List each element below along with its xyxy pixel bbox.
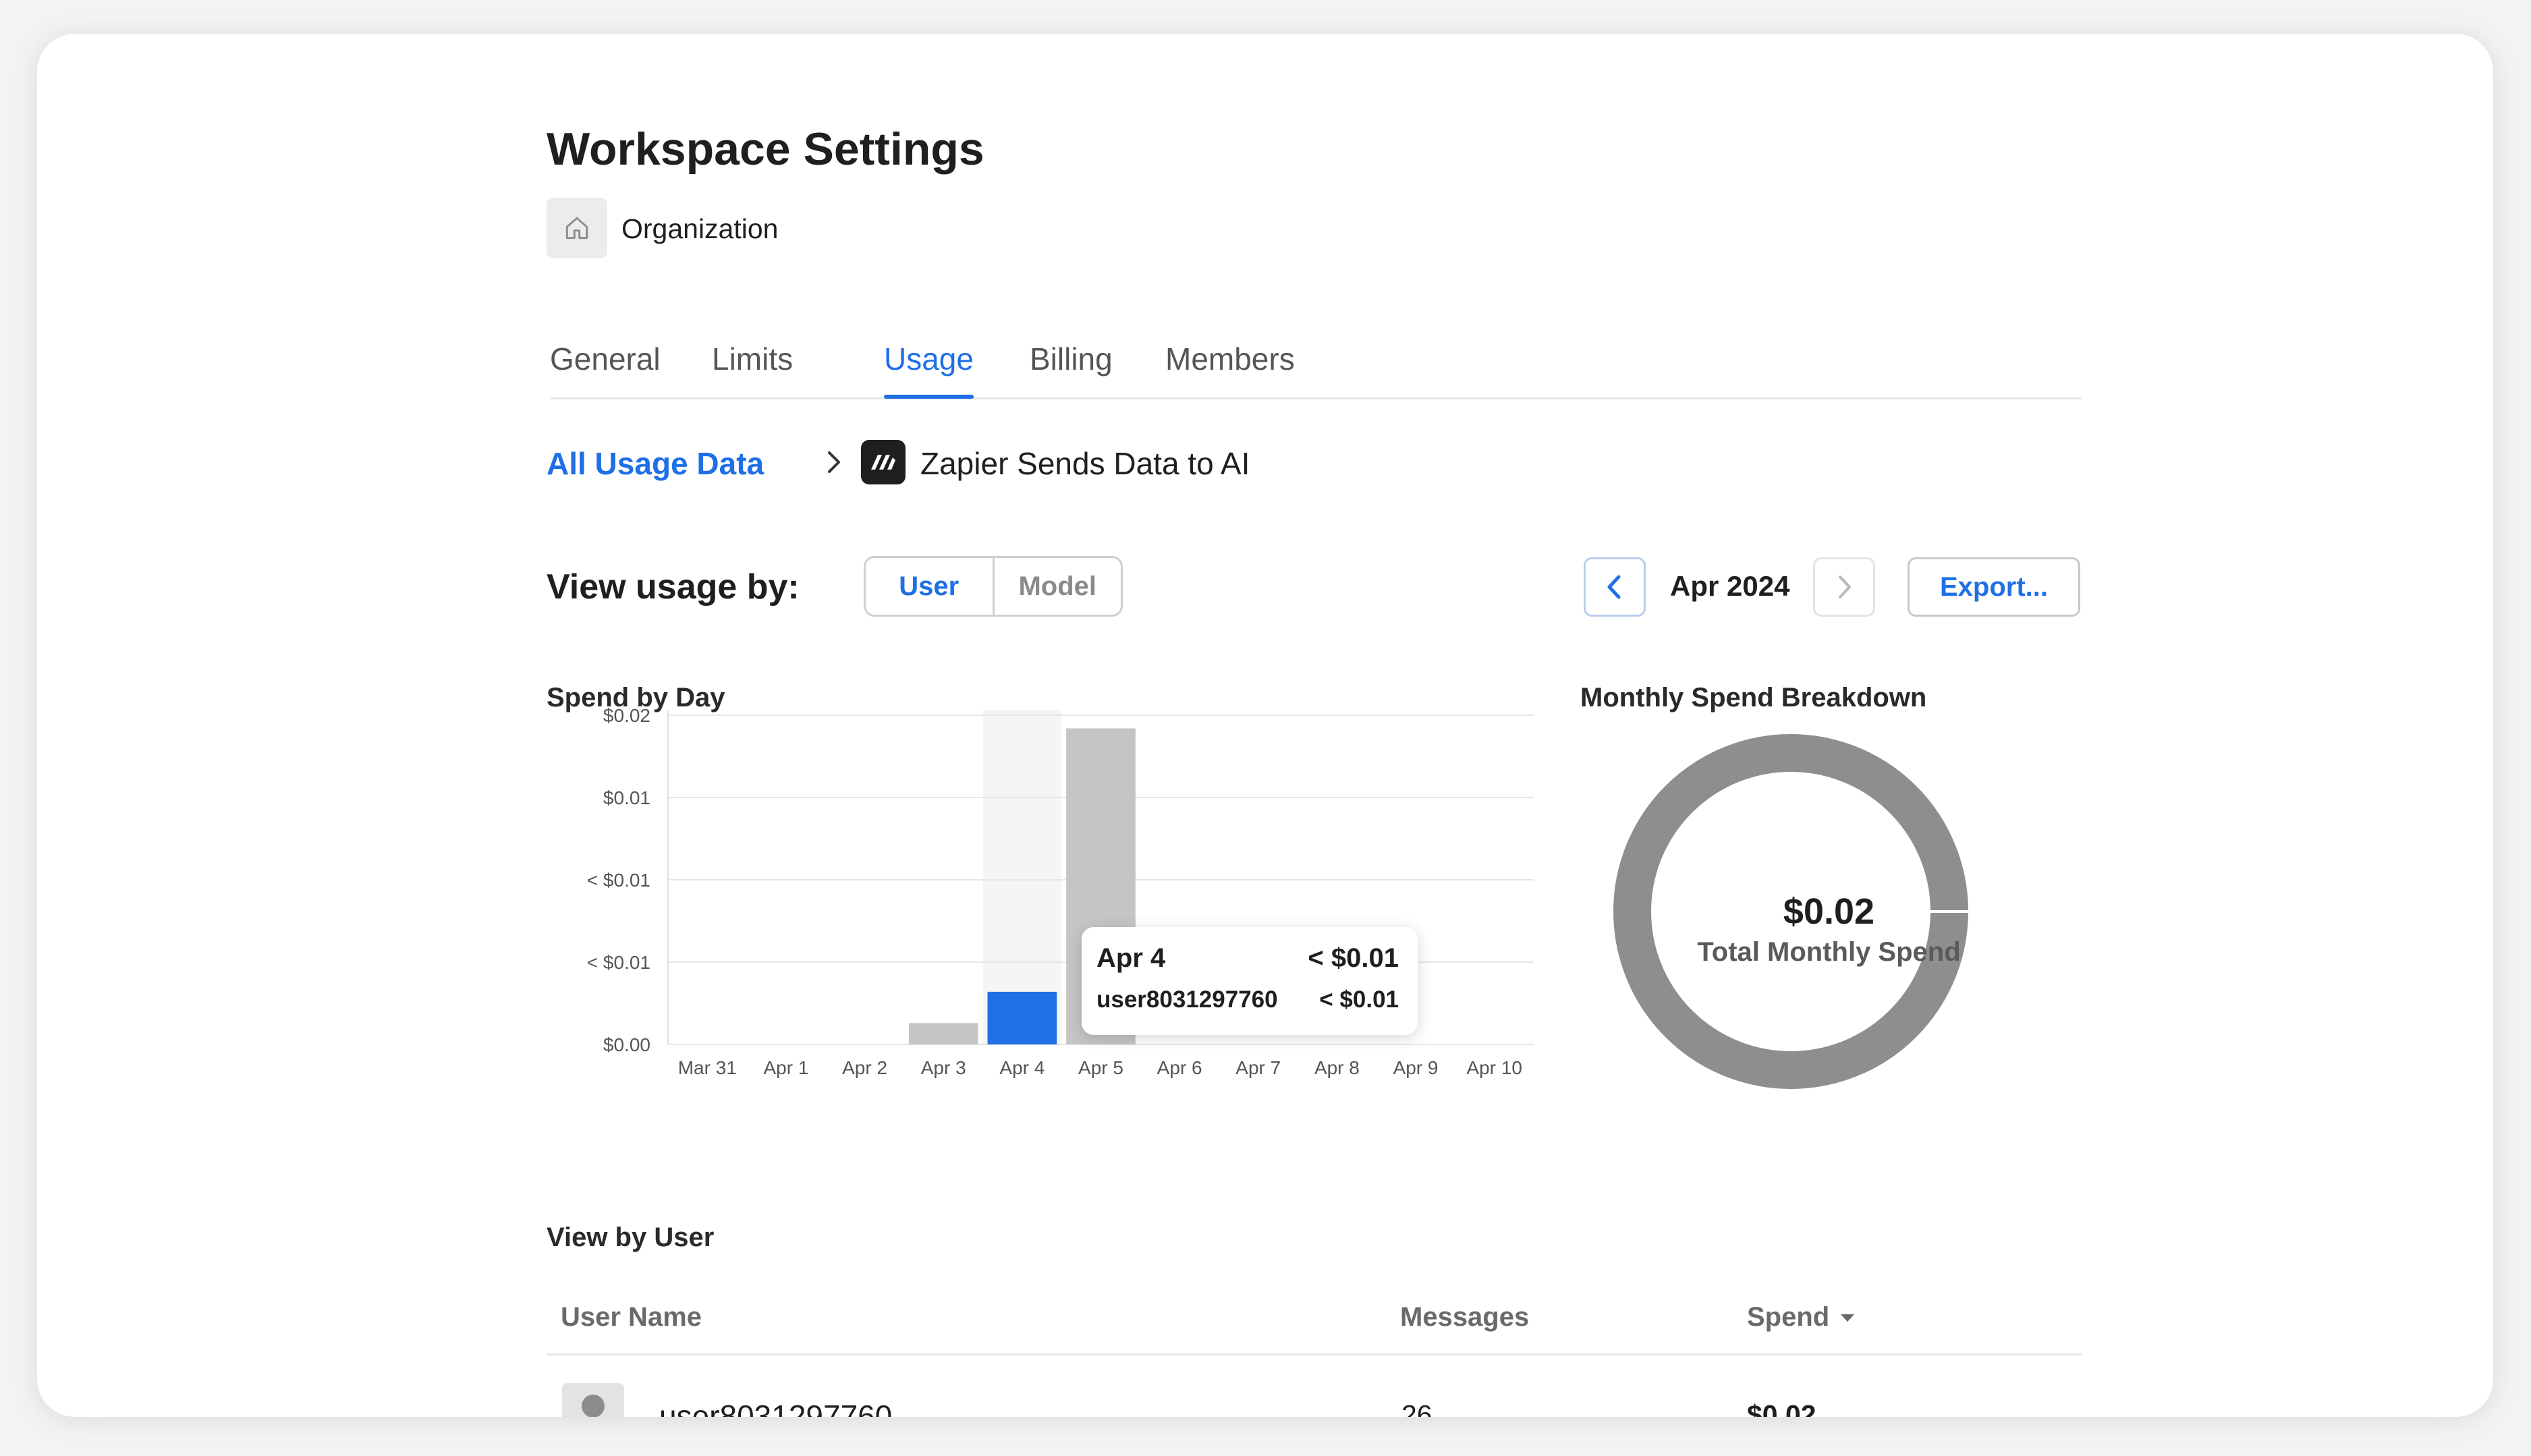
column-header-spend[interactable]: Spend (1747, 1302, 1856, 1333)
x-tick-label: Apr 5 (1078, 1057, 1123, 1078)
x-tick-label: Apr 6 (1157, 1057, 1202, 1078)
column-header-user-name: User Name (561, 1302, 702, 1332)
tooltip-user-value: < $0.01 (1319, 986, 1399, 1013)
y-tick-label: $0.01 (603, 787, 650, 808)
y-tick-label: $0.02 (603, 705, 650, 726)
x-tick-label: Apr 10 (1466, 1057, 1522, 1078)
bar-apr-4 (987, 991, 1057, 1044)
y-tick-label: < $0.01 (587, 870, 650, 891)
table-divider (547, 1353, 2082, 1355)
tooltip-total: < $0.01 (1308, 943, 1399, 973)
view-by-user-title: View by User (547, 1223, 715, 1252)
donut-total-value: $0.02 (1783, 891, 1875, 932)
user-avatar-icon (582, 1395, 605, 1417)
x-tick-label: Apr 1 (763, 1057, 808, 1078)
sort-desc-icon (1841, 1314, 1855, 1322)
bar-apr-3 (908, 1023, 978, 1044)
x-tick-label: Apr 9 (1393, 1057, 1439, 1078)
table-cell-user[interactable]: user8031297760 (659, 1398, 892, 1417)
tooltip-date: Apr 4 (1096, 943, 1166, 973)
y-tick-label: $0.00 (603, 1034, 650, 1055)
x-tick-label: Apr 3 (921, 1057, 966, 1078)
x-tick-label: Apr 2 (842, 1057, 887, 1078)
donut-center: $0.02 Total Monthly Spend (1658, 891, 2000, 965)
chart-tooltip: Apr 4 < $0.01 user8031297760 < $0.01 (1082, 927, 1418, 1035)
x-tick-label: Apr 4 (999, 1057, 1045, 1078)
donut-total-label: Total Monthly Spend (1697, 937, 1961, 967)
x-tick-label: Apr 8 (1314, 1057, 1360, 1078)
x-tick-label: Mar 31 (678, 1057, 737, 1078)
x-tick-label: Apr 7 (1235, 1057, 1281, 1078)
avatar (562, 1383, 624, 1417)
column-header-spend-label: Spend (1747, 1302, 1830, 1332)
table-cell-messages: 26 (1401, 1399, 1433, 1417)
y-tick-label: < $0.01 (587, 952, 650, 973)
table-cell-spend: $0.02 (1747, 1399, 1816, 1417)
settings-card: Workspace Settings Organization General … (37, 34, 2493, 1417)
column-header-messages: Messages (1400, 1302, 1530, 1332)
tooltip-user: user8031297760 (1096, 986, 1278, 1013)
